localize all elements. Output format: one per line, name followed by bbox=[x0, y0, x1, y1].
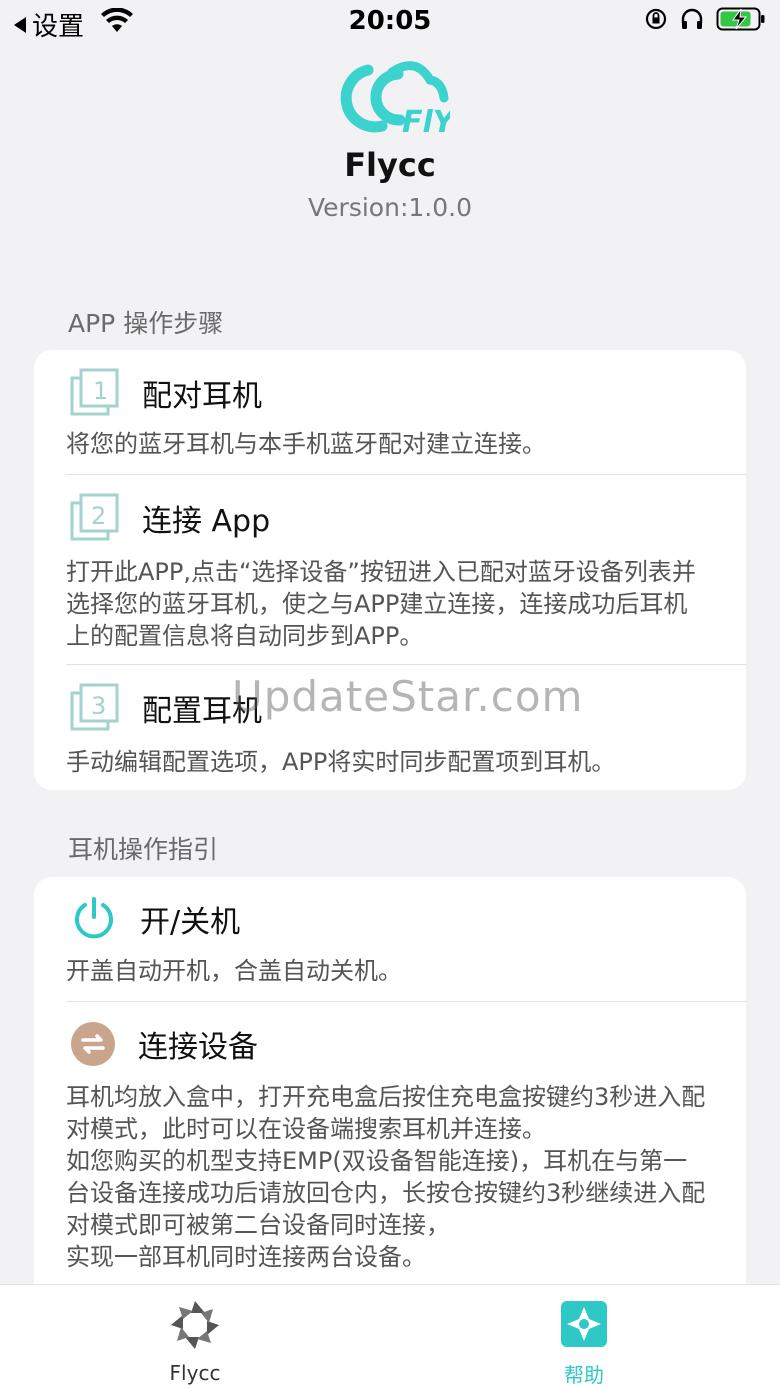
power-icon bbox=[75, 897, 113, 939]
app-steps-card: 1 配对耳机 将您的蓝牙耳机与本手机蓝牙配对建立连接。 2 连接 App 打开此… bbox=[34, 350, 746, 790]
guide-desc-line: 耳机均放入盒中，打开充电盒后按住充电盒按键约3秒进入配对模式，此时可以在设备端搜… bbox=[66, 1083, 706, 1143]
swap-icon bbox=[71, 1022, 115, 1066]
svg-text:1: 1 bbox=[93, 377, 108, 405]
tab-label: Flycc bbox=[169, 1361, 221, 1385]
app-steps-section-title: APP 操作步骤 bbox=[68, 309, 224, 338]
tab-help[interactable]: 帮助 bbox=[524, 1299, 644, 1388]
guide-title: 开/关机 bbox=[140, 905, 241, 940]
step-title: 连接 App bbox=[142, 504, 271, 539]
watermark: UpdateStar.com bbox=[232, 672, 584, 721]
step-2-icon: 2 bbox=[70, 493, 119, 541]
help-tab-icon bbox=[561, 1301, 607, 1347]
step-desc: 打开此APP,点击“选择设备”按钮进入已配对蓝牙设备列表并选择您的蓝牙耳机，使之… bbox=[66, 558, 696, 650]
divider bbox=[66, 1001, 746, 1002]
step-3-icon: 3 bbox=[70, 683, 119, 731]
orientation-lock-icon bbox=[645, 8, 667, 30]
tab-bar: Flycc 帮助 bbox=[0, 1284, 780, 1388]
tab-flycc[interactable]: Flycc bbox=[135, 1299, 255, 1385]
headphones-icon bbox=[681, 8, 703, 29]
battery-charging-icon bbox=[716, 7, 765, 31]
status-bar: 设置 20:05 bbox=[0, 0, 780, 44]
app-version: Version:1.0.0 bbox=[308, 193, 472, 222]
svg-text:2: 2 bbox=[91, 502, 106, 530]
guide-desc-line: 如您购买的机型支持EMP(双设备智能连接)，耳机在与第一台设备连接成功后请放回仓… bbox=[66, 1147, 706, 1239]
guide-card: 开/关机 开盖自动开机，合盖自动关机。 连接设备 耳机均放入盒中，打开充电盒后按… bbox=[34, 877, 746, 1307]
step-desc: 手动编辑配置选项，APP将实时同步配置项到耳机。 bbox=[66, 748, 616, 776]
guide-desc: 耳机均放入盒中，打开充电盒后按住充电盒按键约3秒进入配对模式，此时可以在设备端搜… bbox=[66, 1081, 710, 1273]
flycc-tab-icon bbox=[171, 1301, 219, 1349]
step-title: 配对耳机 bbox=[142, 379, 262, 414]
guide-desc: 开盖自动开机，合盖自动关机。 bbox=[66, 957, 402, 985]
step-1-icon: 1 bbox=[70, 368, 119, 416]
divider bbox=[66, 664, 746, 665]
step-desc: 将您的蓝牙耳机与本手机蓝牙配对建立连接。 bbox=[66, 430, 546, 458]
tab-label: 帮助 bbox=[564, 1363, 604, 1387]
guide-title: 连接设备 bbox=[138, 1030, 258, 1065]
flycc-logo-icon: FlY bbox=[340, 61, 450, 140]
svg-text:3: 3 bbox=[91, 692, 106, 720]
app-name: Flycc bbox=[344, 146, 436, 184]
svg-text:FlY: FlY bbox=[402, 105, 450, 140]
guide-desc-line: 实现一部耳机同时连接两台设备。 bbox=[66, 1243, 426, 1271]
guide-section-title: 耳机操作指引 bbox=[68, 835, 219, 864]
divider bbox=[66, 474, 746, 475]
